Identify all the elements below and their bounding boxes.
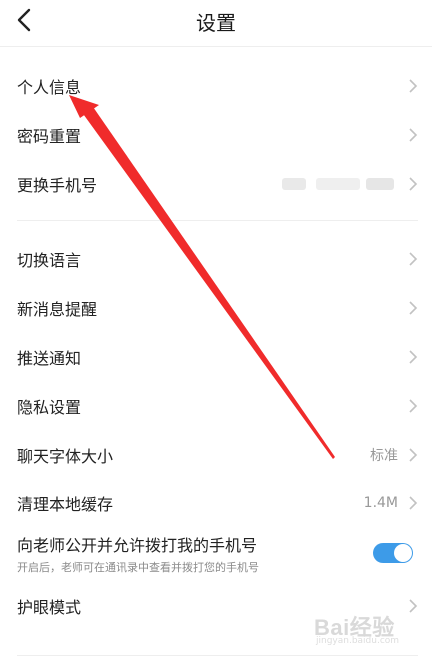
redacted-phone-number — [282, 175, 398, 193]
header-divider — [0, 46, 432, 47]
setting-item-label: 隐私设置 — [17, 397, 82, 417]
setting-item-label: 更换手机号 — [17, 175, 98, 195]
setting-item-new-message-alert[interactable]: 新消息提醒 — [0, 283, 432, 332]
setting-item-value: 标准 — [370, 447, 398, 464]
setting-item-label: 推送通知 — [17, 348, 82, 368]
setting-item-value: 1.4M — [363, 494, 398, 511]
setting-item-label: 护眼模式 — [17, 597, 82, 617]
setting-item-label: 清理本地缓存 — [17, 494, 114, 514]
watermark-url: jingyan.baidu.com — [316, 636, 400, 646]
page-title: 设置 — [196, 11, 236, 35]
setting-item-change-phone[interactable]: 更换手机号 — [0, 159, 432, 208]
setting-item-public-phone: 向老师公开并允许拨打我的手机号 开启后，老师可在通讯录中查看并拨打您的手机号 — [0, 528, 432, 580]
chevron-right-icon — [409, 251, 418, 266]
setting-item-chat-font-size[interactable]: 聊天字体大小 标准 — [0, 430, 432, 479]
chevron-right-icon — [409, 78, 418, 93]
setting-item-description: 开启后，老师可在通讯录中查看并拨打您的手机号 — [17, 561, 259, 574]
setting-item-label: 新消息提醒 — [17, 299, 98, 319]
setting-item-label: 个人信息 — [17, 77, 82, 97]
setting-item-label: 聊天字体大小 — [17, 446, 114, 466]
setting-item-label: 密码重置 — [17, 126, 82, 146]
chevron-right-icon — [409, 495, 418, 510]
setting-item-clear-cache[interactable]: 清理本地缓存 1.4M — [0, 478, 432, 527]
chevron-right-icon — [409, 349, 418, 364]
chevron-right-icon — [409, 127, 418, 142]
chevron-right-icon — [409, 398, 418, 413]
setting-item-language[interactable]: 切换语言 — [0, 234, 432, 283]
chevron-right-icon — [409, 447, 418, 462]
chevron-right-icon — [409, 176, 418, 191]
section-divider — [17, 220, 418, 221]
toggle-knob — [394, 544, 412, 562]
setting-item-password-reset[interactable]: 密码重置 — [0, 110, 432, 159]
setting-item-personal-info[interactable]: 个人信息 — [0, 61, 432, 110]
chevron-right-icon — [409, 300, 418, 315]
baidu-jingyan-watermark: Bai经验 jingyan.baidu.com — [314, 606, 426, 650]
setting-item-label: 切换语言 — [17, 250, 82, 270]
section-divider — [17, 655, 418, 656]
setting-item-label: 向老师公开并允许拨打我的手机号 — [17, 536, 258, 555]
setting-item-privacy[interactable]: 隐私设置 — [0, 381, 432, 430]
public-phone-toggle[interactable] — [373, 543, 413, 563]
top-bar: 设置 — [0, 0, 432, 44]
setting-item-push-notifications[interactable]: 推送通知 — [0, 332, 432, 381]
